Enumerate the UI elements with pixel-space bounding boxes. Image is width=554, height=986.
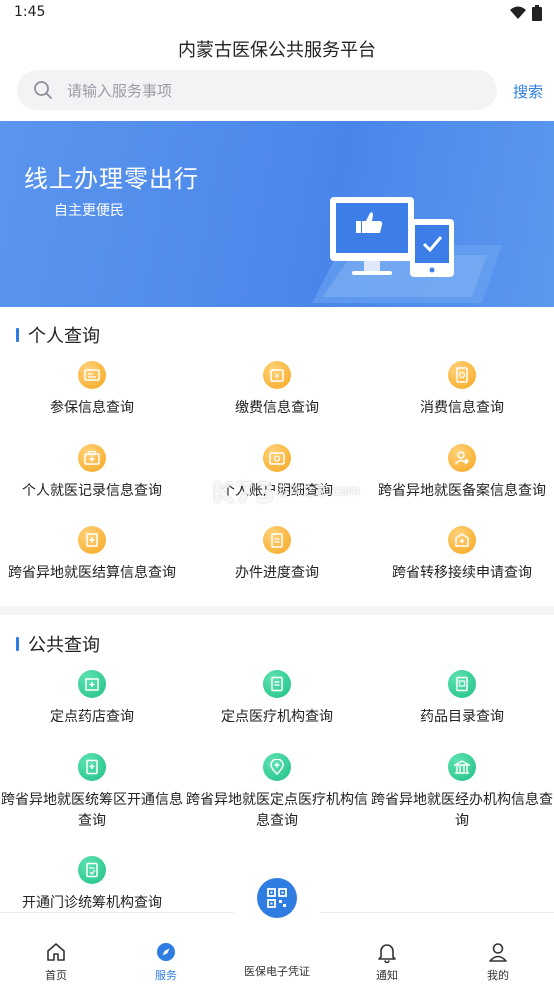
grid-item-label: 跨省异地就医经办机构信息查询 [371,792,553,829]
clinic-document-icon [78,856,106,884]
grid-item-label: 跨省异地就医统筹区开通信息查询 [1,792,183,829]
transfer-icon [448,526,476,554]
tab-mine[interactable]: 我的 [458,941,538,983]
grid-item-label: 跨省转移接续申请查询 [392,565,532,581]
grid-item-insurance-info[interactable]: 参保信息查询 [0,361,184,419]
personal-section-title: 个人查询 [16,322,100,348]
receipt-icon [448,361,476,389]
region-document-icon [78,753,106,781]
battery-icon [532,5,542,21]
grid-item-transfer[interactable]: 跨省转移接续申请查询 [370,526,554,584]
grid-item-label: 定点医疗机构查询 [221,709,333,725]
app-title: 内蒙古医保公共服务平台 [178,40,376,61]
personal-section-label: 个人查询 [28,326,100,347]
tab-service-label: 服务 [155,969,177,982]
insurance-card-icon [78,361,106,389]
status-bar: 1:45 [0,0,554,26]
tab-voucher-label[interactable]: 医保电子凭证 [234,963,320,979]
grid-item-label: 办件进度查询 [235,565,319,581]
grid-item-pharmacy[interactable]: 定点药店查询 [0,670,184,728]
watermark-sub: 游戏之家.com [276,484,360,499]
wifi-icon [510,6,526,19]
grid-item-label: 参保信息查询 [50,400,134,416]
grid-item-label: 开通门诊统筹机构查询 [22,895,162,911]
tab-notice-label: 通知 [376,969,398,982]
bell-icon [378,944,396,963]
grid-item-medical-institution[interactable]: 定点医疗机构查询 [185,670,369,728]
grid-item-settlement-info[interactable]: 跨省异地就医结算信息查询 [0,526,184,584]
settlement-icon [78,526,106,554]
tab-mine-label: 我的 [487,969,509,982]
grid-item-label: 跨省异地就医备案信息查询 [378,483,546,499]
status-icons [510,5,542,21]
public-section-label: 公共查询 [28,635,100,656]
public-section-title: 公共查询 [16,631,100,657]
grid-item-medical-record[interactable]: 个人就医记录信息查询 [0,444,184,502]
pharmacy-icon [78,670,106,698]
grid-item-region-open[interactable]: 跨省异地就医统筹区开通信息查询 [0,753,184,832]
compass-icon [157,943,175,961]
grid-item-payment-info[interactable]: ¥ 缴费信息查询 [185,361,369,419]
search-button[interactable]: 搜索 [513,81,543,102]
home-icon [47,943,65,961]
location-cross-icon [263,753,291,781]
banner-title: 线上办理零出行 [24,165,199,193]
medical-kit-icon [78,444,106,472]
grid-item-label: 定点药店查询 [50,709,134,725]
watermark-logo: K73 [212,476,276,509]
status-time: 1:45 [14,4,46,20]
grid-item-label: 跨省异地就医定点医疗机构信息查询 [186,792,368,829]
grid-item-label: 缴费信息查询 [235,400,319,416]
payment-icon: ¥ [263,361,291,389]
tab-service[interactable]: 服务 [126,941,206,983]
grid-item-label: 个人就医记录信息查询 [22,483,162,499]
tab-home-label: 首页 [45,969,67,982]
section-divider [0,606,554,615]
section-bar [16,637,19,651]
qr-code-icon [267,888,287,908]
qr-voucher-button[interactable] [257,878,297,918]
search-icon [34,81,52,99]
search-placeholder: 请输入服务事项 [67,82,173,100]
bank-institution-icon [448,753,476,781]
progress-icon [263,526,291,554]
grid-item-label: 药品目录查询 [420,709,504,725]
tab-home[interactable]: 首页 [16,941,96,983]
grid-item-designated-institution[interactable]: 跨省异地就医定点医疗机构信息查询 [185,753,369,832]
grid-item-progress[interactable]: 办件进度查询 [185,526,369,584]
computer-thumbs-up-illustration [312,197,502,303]
tab-notice[interactable]: 通知 [347,941,427,983]
grid-item-label: 消费信息查询 [420,400,504,416]
person-record-icon [448,444,476,472]
grid-item-consumption-info[interactable]: 消费信息查询 [370,361,554,419]
grid-item-handling-agency[interactable]: 跨省异地就医经办机构信息查询 [370,753,554,832]
wallet-icon [263,444,291,472]
drug-catalog-icon [448,670,476,698]
user-icon [489,943,507,962]
section-bar [16,328,19,342]
banner-subtitle: 自主更便民 [54,203,124,219]
hospital-document-icon [263,670,291,698]
grid-item-label: 跨省异地就医结算信息查询 [8,565,176,581]
grid-item-drug-catalog[interactable]: 药品目录查询 [370,670,554,728]
promo-banner[interactable]: 线上办理零出行 自主更便民 [0,121,554,307]
grid-item-outpatient[interactable]: 开通门诊统筹机构查询 [0,856,184,914]
grid-item-filing-info[interactable]: 跨省异地就医备案信息查询 [370,444,554,502]
svg-text:¥: ¥ [274,372,279,381]
search-input[interactable]: 请输入服务事项 [17,70,497,110]
